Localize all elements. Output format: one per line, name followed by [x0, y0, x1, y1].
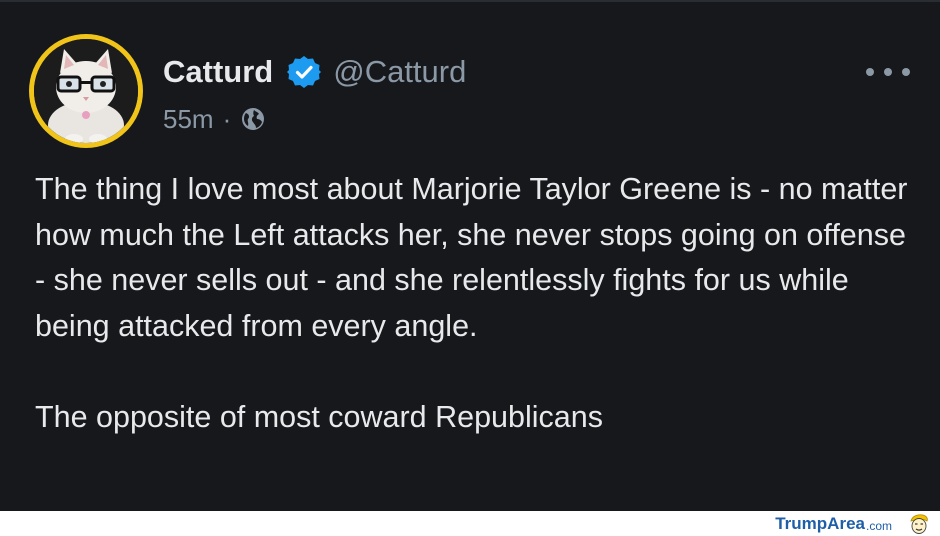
more-dot [884, 68, 892, 76]
avatar-image [34, 39, 138, 143]
tweet-text: The thing I love most about Marjorie Tay… [35, 167, 915, 440]
tweet-paragraph: The thing I love most about Marjorie Tay… [35, 172, 908, 343]
cat-with-glasses-icon [34, 39, 138, 143]
tweet-paragraph: The opposite of most coward Republicans [35, 399, 603, 434]
timestamp[interactable]: 55m [163, 104, 214, 135]
watermark-text-trump: Trump [775, 514, 828, 533]
tweet-meta: 55m · [163, 101, 266, 137]
tweet-header: Catturd @Catturd [163, 52, 466, 92]
meta-separator: · [222, 103, 232, 134]
globe-icon [242, 108, 265, 130]
user-handle[interactable]: @Catturd [333, 54, 466, 90]
watermark-text-com: .com [865, 519, 892, 533]
more-dot [902, 68, 910, 76]
trump-face-logo-icon [910, 514, 928, 534]
more-dot [866, 68, 874, 76]
avatar[interactable] [29, 34, 143, 148]
display-name[interactable]: Catturd [163, 54, 273, 90]
watermark-text-area: Area [827, 514, 865, 533]
verified-badge-icon [287, 56, 322, 88]
tweet-card: Catturd @Catturd 55m · The thing I love … [0, 0, 940, 511]
watermark: Trump Area .com [775, 512, 930, 536]
more-options-button[interactable] [866, 60, 910, 84]
